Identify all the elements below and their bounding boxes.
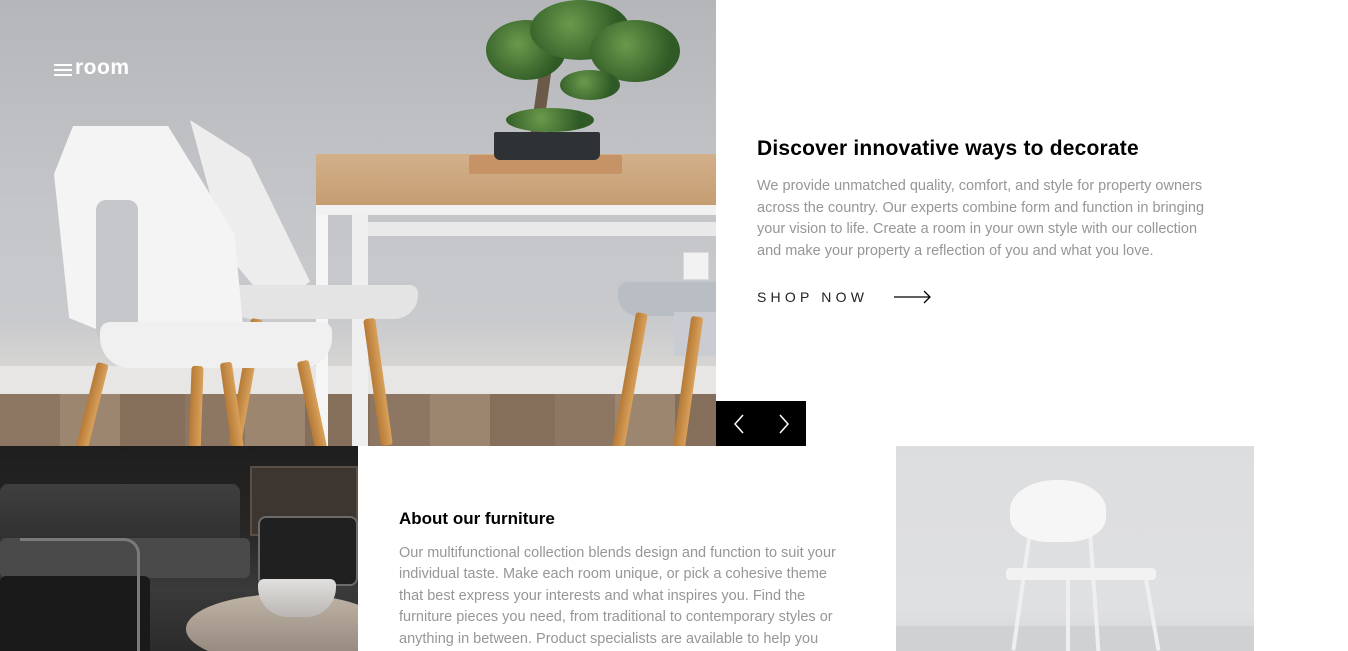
wall-outlet [683,252,709,280]
chevron-left-icon [733,414,744,433]
chair-back [1010,480,1106,542]
previous-slide-button[interactable] [716,401,761,446]
hero-title: Discover innovative ways to decorate [757,137,1139,160]
dark-furniture-image [0,446,358,651]
chair-seat [618,282,716,316]
bonsai-foliage [560,70,620,100]
about-description: Our multifunctional collection blends de… [399,545,836,647]
arrow-right-icon [894,290,932,304]
table-rail [368,222,716,236]
about-title: About our furniture [399,509,555,528]
brand-logo[interactable]: room [54,56,130,79]
bonsai-foliage [506,108,594,132]
floor [896,626,1254,651]
hero-image: room [0,0,716,446]
shop-now-label: SHOP NOW [757,289,869,305]
armchair [258,516,358,586]
chair-leg [1066,576,1070,651]
table-edge [316,205,716,215]
shop-now-link[interactable]: SHOP NOW [757,289,932,305]
armchair-frame [20,538,140,651]
light-chair-image [896,446,1254,651]
chair-cutout [96,200,138,340]
brand-name: room [75,56,130,79]
hamburger-icon[interactable] [54,63,72,76]
chair-seat [1006,568,1156,580]
slider-nav [716,401,806,446]
next-slide-button[interactable] [761,401,806,446]
chair-seat [100,322,332,368]
hero-description: We provide unmatched quality, comfort, a… [757,178,1205,260]
chair-seat [228,285,418,319]
chevron-right-icon [778,414,789,433]
bonsai-pot [494,132,600,160]
